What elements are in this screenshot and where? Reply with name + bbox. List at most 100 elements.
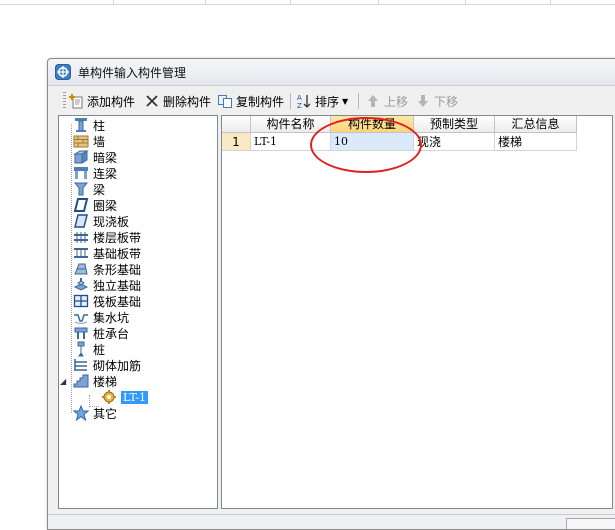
tree-item-slab[interactable]: 现浇板 [73, 213, 129, 229]
pile-cap-icon [73, 325, 89, 341]
ring-beam-icon [73, 197, 89, 213]
isolated-foundation-icon [73, 277, 89, 293]
component-grid[interactable]: 构件名称 构件数量 预制类型 汇总信息 1 LT-1 10 现浇 楼梯 [221, 115, 613, 509]
column-divider [550, 0, 551, 4]
header-component-name[interactable]: 构件名称 [251, 116, 331, 133]
coupling-beam-icon [73, 165, 89, 181]
sump-icon [73, 309, 89, 325]
cell-prefab-type[interactable]: 现浇 [414, 133, 495, 151]
tree-item-label: 其它 [93, 406, 118, 421]
column-divider [113, 0, 114, 4]
floor-strip-icon [73, 229, 89, 245]
sort-dropdown-button[interactable]: A Z 排序 ▼ [296, 92, 348, 110]
expand-triangle-icon[interactable]: ◢ [60, 377, 66, 386]
pile-icon [73, 341, 89, 357]
arrow-up-icon [365, 93, 381, 109]
tree-item-beam[interactable]: 梁 [73, 181, 105, 197]
tree-item-foundation-strip[interactable]: 基础板带 [73, 245, 141, 261]
tree-item-floor-strip[interactable]: 楼层板带 [73, 229, 141, 245]
add-icon [68, 93, 84, 109]
toolbar-separator [358, 93, 359, 109]
tree-item-coupling-beam[interactable]: 连梁 [73, 165, 117, 181]
tree-item-label: 楼梯 [93, 374, 118, 389]
tree-item-label: 集水坑 [93, 310, 130, 325]
delete-component-label: 删除构件 [163, 94, 212, 109]
tree-item-label: 柱 [93, 118, 106, 133]
svg-text:A: A [297, 94, 302, 102]
tree-item-label: 砌体加筋 [93, 358, 142, 373]
grid-corner-header [222, 116, 251, 133]
tree-item-label: 条形基础 [93, 262, 142, 277]
tree-guide-line [71, 124, 72, 413]
toolbar-grip[interactable] [63, 92, 66, 110]
tree-item-label: 墙 [93, 134, 106, 149]
tree-item-label: 楼层板带 [93, 230, 142, 245]
delete-component-button[interactable]: 删除构件 [144, 92, 211, 110]
tree-item-pile-cap[interactable]: 桩承台 [73, 325, 129, 341]
component-tree[interactable]: 柱 墙 暗梁 连梁 梁 圈梁 现浇板 楼层板带 基础板带 条形基础 独立基础 筏… [58, 115, 218, 509]
tree-item-label: 梁 [93, 182, 106, 197]
spreadsheet-top-strip [0, 0, 615, 5]
row-number-cell[interactable]: 1 [222, 133, 251, 151]
stair-icon [73, 373, 89, 389]
star-icon [72, 404, 90, 422]
header-prefab-type[interactable]: 预制类型 [414, 116, 495, 133]
tree-item-sump[interactable]: 集水坑 [73, 309, 129, 325]
tree-item-stair[interactable]: 楼梯 [73, 373, 117, 389]
tree-item-label: 暗梁 [93, 150, 118, 165]
move-down-label: 下移 [434, 94, 459, 109]
arrow-down-icon [415, 93, 431, 109]
slab-icon [73, 213, 89, 229]
close-icon [144, 93, 160, 109]
component-gear-icon [101, 389, 117, 405]
wall-icon [73, 133, 89, 149]
tree-item-label: 独立基础 [93, 278, 142, 293]
foundation-strip-icon [73, 245, 89, 261]
column-divider [205, 0, 206, 4]
copy-icon [217, 93, 233, 109]
tree-item-other[interactable]: 其它 [72, 404, 118, 422]
column-divider [290, 0, 291, 4]
tree-item-label: 桩承台 [93, 326, 130, 341]
dialog-title: 单构件输入构件管理 [78, 66, 187, 80]
tree-item-column[interactable]: 柱 [73, 117, 105, 133]
header-component-quantity[interactable]: 构件数量 [331, 116, 414, 133]
dialog-titlebar[interactable]: 单构件输入构件管理 [48, 59, 615, 86]
copy-component-label: 复制构件 [236, 94, 285, 109]
hidden-beam-icon [73, 149, 89, 165]
chevron-down-icon: ▼ [342, 96, 349, 106]
cell-component-name[interactable]: LT-1 [251, 133, 331, 151]
column-divider [465, 0, 466, 4]
tree-item-masonry-rebar[interactable]: 砌体加筋 [73, 357, 141, 373]
strip-foundation-icon [73, 261, 89, 277]
tree-item-label: 现浇板 [93, 214, 130, 229]
toolbar: 添加构件 删除构件 复制构件 A Z 排序 ▼ 上移 下移 [60, 89, 600, 113]
cell-summary-info[interactable]: 楼梯 [495, 133, 577, 151]
tree-item-raft-foundation[interactable]: 筏板基础 [73, 293, 141, 309]
dialog-bottom-bar [48, 514, 615, 529]
tree-item-hidden-beam[interactable]: 暗梁 [73, 149, 117, 165]
add-component-button[interactable]: 添加构件 [68, 92, 135, 110]
sort-label: 排序 [315, 94, 340, 109]
cell-component-quantity[interactable]: 10 [331, 133, 414, 151]
copy-component-button[interactable]: 复制构件 [217, 92, 284, 110]
tree-item-strip-foundation[interactable]: 条形基础 [73, 261, 141, 277]
tree-item-isolated-foundation[interactable]: 独立基础 [73, 277, 141, 293]
tree-item-label: 连梁 [93, 166, 118, 181]
tree-item-label: 基础板带 [93, 246, 142, 261]
move-down-button[interactable]: 下移 [415, 92, 458, 110]
tree-item-label-selected: LT-1 [121, 390, 149, 404]
tree-item-ring-beam[interactable]: 圈梁 [73, 197, 117, 213]
tree-item-pile[interactable]: 桩 [73, 341, 105, 357]
component-manager-dialog: 单构件输入构件管理 添加构件 删除构件 复制构件 A Z 排序 ▼ 上移 下移 … [47, 58, 615, 530]
sort-az-icon: A Z [296, 93, 312, 110]
tree-item-label: 桩 [93, 342, 106, 357]
move-up-button[interactable]: 上移 [365, 92, 408, 110]
app-icon [55, 64, 71, 80]
column-divider [378, 0, 379, 4]
tree-item-wall[interactable]: 墙 [73, 133, 105, 149]
tree-item-lt-1[interactable]: LT-1 [101, 389, 149, 405]
header-summary-info[interactable]: 汇总信息 [495, 116, 577, 133]
masonry-rebar-icon [73, 357, 89, 373]
svg-text:Z: Z [297, 102, 302, 109]
